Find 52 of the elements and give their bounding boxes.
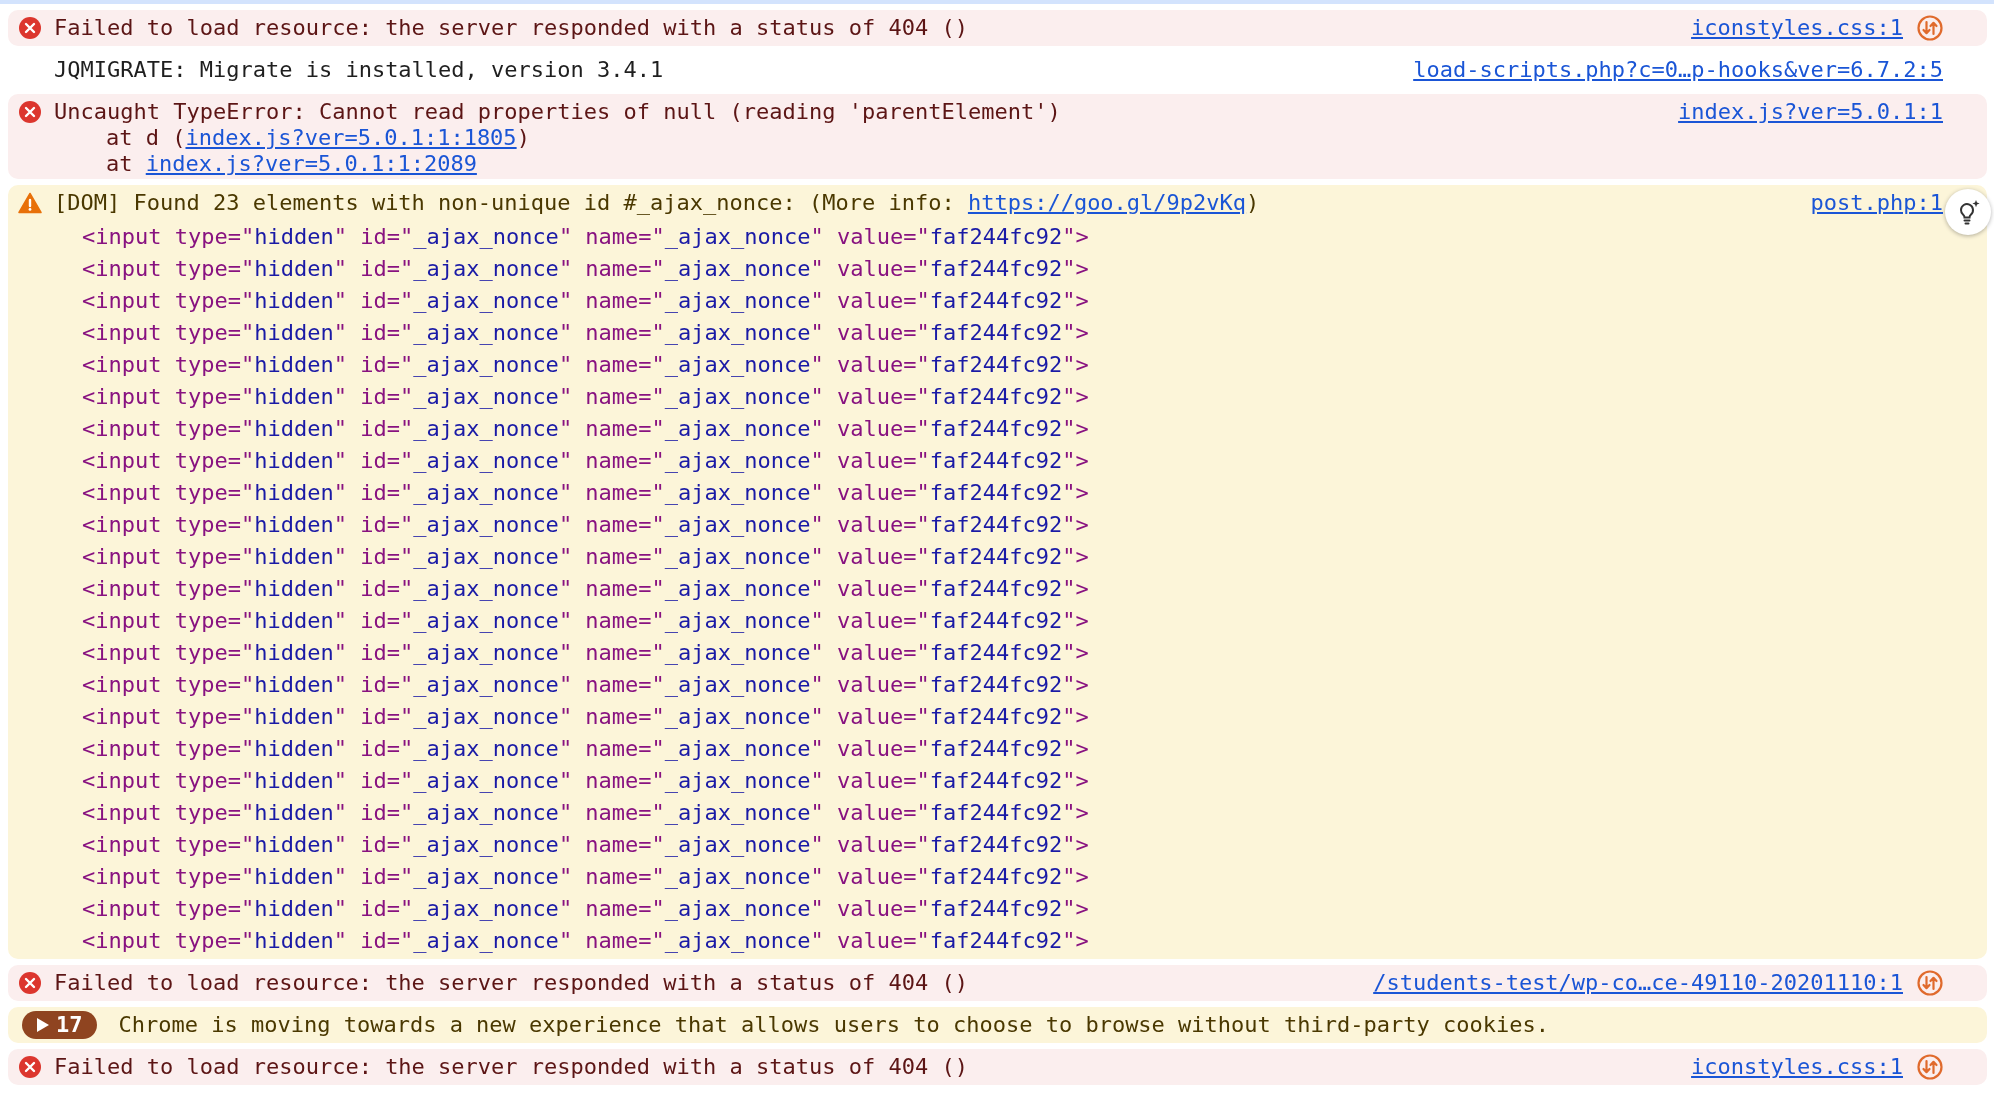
message-text: Uncaught TypeError: Cannot read properties of null (reading 'parentElement'): [54, 98, 1062, 125]
source-link[interactable]: /students-test/wp-co…ce-49110-20201110:1: [1373, 967, 1903, 999]
code-line: <input type="hidden" id="_ajax_nonce" name="_ajax_nonce" value="faf244fc92">: [82, 639, 1090, 667]
more-info-link[interactable]: https://goo.gl/9p2vKq: [967, 190, 1247, 215]
code-line: <input type="hidden" id="_ajax_nonce" name="_ajax_nonce" value="faf244fc92">: [82, 287, 1090, 315]
network-request-icon[interactable]: [1917, 970, 1943, 996]
error-icon: [18, 100, 42, 124]
code-line: <input type="hidden" id="_ajax_nonce" name="_ajax_nonce" value="faf244fc92">: [82, 447, 1090, 475]
code-line: <input type="hidden" id="_ajax_nonce" name="_ajax_nonce" value="faf244fc92">: [82, 895, 1090, 923]
code-line: <input type="hidden" id="_ajax_nonce" name="_ajax_nonce" value="faf244fc92">: [82, 799, 1090, 827]
code-line: <input type="hidden" id="_ajax_nonce" name="_ajax_nonce" value="faf244fc92">: [82, 319, 1090, 347]
code-line: <input type="hidden" id="_ajax_nonce" name="_ajax_nonce" value="faf244fc92">: [82, 607, 1090, 635]
code-line: <input type="hidden" id="_ajax_nonce" name="_ajax_nonce" value="faf244fc92">: [82, 383, 1090, 411]
code-line: <input type="hidden" id="_ajax_nonce" name="_ajax_nonce" value="faf244fc92">: [82, 927, 1090, 955]
code-line: <input type="hidden" id="_ajax_nonce" name="_ajax_nonce" value="faf244fc92">: [82, 671, 1090, 699]
message-text: Failed to load resource: the server responded with a status of 404 (): [54, 969, 969, 997]
ai-assist-button[interactable]: [1945, 189, 1991, 235]
message-text: Failed to load resource: the server responded with a status of 404 (): [54, 14, 969, 42]
message-text: [DOM] Found 23 elements with non-unique id #_ajax_nonce: (More info: https://goo.gl/9p2vKq): [54, 189, 1261, 217]
code-line: <input type="hidden" id="_ajax_nonce" name="_ajax_nonce" value="faf244fc92">: [82, 255, 1090, 283]
code-line: <input type="hidden" id="_ajax_nonce" name="_ajax_nonce" value="faf244fc92">: [82, 831, 1090, 859]
code-line: <input type="hidden" id="_ajax_nonce" name="_ajax_nonce" value="faf244fc92">: [82, 415, 1090, 443]
warning-icon: [18, 192, 42, 214]
stack-trace-line: at index.js?ver=5.0.1:1:2089: [105, 151, 478, 177]
code-line: <input type="hidden" id="_ajax_nonce" name="_ajax_nonce" value="faf244fc92">: [82, 223, 1090, 251]
code-line: <input type="hidden" id="_ajax_nonce" name="_ajax_nonce" value="faf244fc92">: [82, 863, 1090, 891]
source-link[interactable]: iconstyles.css:1: [1691, 12, 1903, 44]
code-line: <input type="hidden" id="_ajax_nonce" name="_ajax_nonce" value="faf244fc92">: [82, 703, 1090, 731]
code-line: <input type="hidden" id="_ajax_nonce" name="_ajax_nonce" value="faf244fc92">: [82, 735, 1090, 763]
error-icon: [18, 1055, 42, 1079]
error-icon: [18, 971, 42, 995]
code-line: <input type="hidden" id="_ajax_nonce" name="_ajax_nonce" value="faf244fc92">: [82, 767, 1090, 795]
source-link[interactable]: index.js?ver=5.0.1:1: [1678, 96, 1943, 128]
error-icon: [18, 16, 42, 40]
message-text: Failed to load resource: the server responded with a status of 404 (): [54, 1053, 969, 1081]
code-line: <input type="hidden" id="_ajax_nonce" name="_ajax_nonce" value="faf244fc92">: [82, 575, 1090, 603]
code-line: <input type="hidden" id="_ajax_nonce" name="_ajax_nonce" value="faf244fc92">: [82, 351, 1090, 379]
code-line: <input type="hidden" id="_ajax_nonce" name="_ajax_nonce" value="faf244fc92">: [82, 511, 1090, 539]
network-request-icon[interactable]: [1917, 15, 1943, 41]
message-count-badge[interactable]: 17: [22, 1011, 97, 1039]
message-text: JQMIGRATE: Migrate is installed, version 3.4.1: [54, 56, 665, 84]
network-request-icon[interactable]: [1917, 1054, 1943, 1080]
source-link[interactable]: load-scripts.php?c=0…p-hooks&ver=6.7.2:5: [1413, 54, 1943, 86]
stack-trace-line: at d (index.js?ver=5.0.1:1:1805): [105, 125, 531, 151]
code-line: <input type="hidden" id="_ajax_nonce" name="_ajax_nonce" value="faf244fc92">: [82, 479, 1090, 507]
source-link[interactable]: iconstyles.css:1: [1691, 1051, 1903, 1083]
source-link[interactable]: post.php:1: [1810, 187, 1943, 219]
code-line: <input type="hidden" id="_ajax_nonce" name="_ajax_nonce" value="faf244fc92">: [82, 543, 1090, 571]
message-text: Chrome is moving towards a new experience that allows users to choose to browse without third-party cookies.: [118, 1011, 1550, 1039]
expand-arrow-icon: [36, 1017, 50, 1033]
stack-trace-link[interactable]: index.js?ver=5.0.1:1:2089: [145, 151, 477, 176]
stack-trace-link[interactable]: index.js?ver=5.0.1:1:1805: [185, 125, 517, 150]
